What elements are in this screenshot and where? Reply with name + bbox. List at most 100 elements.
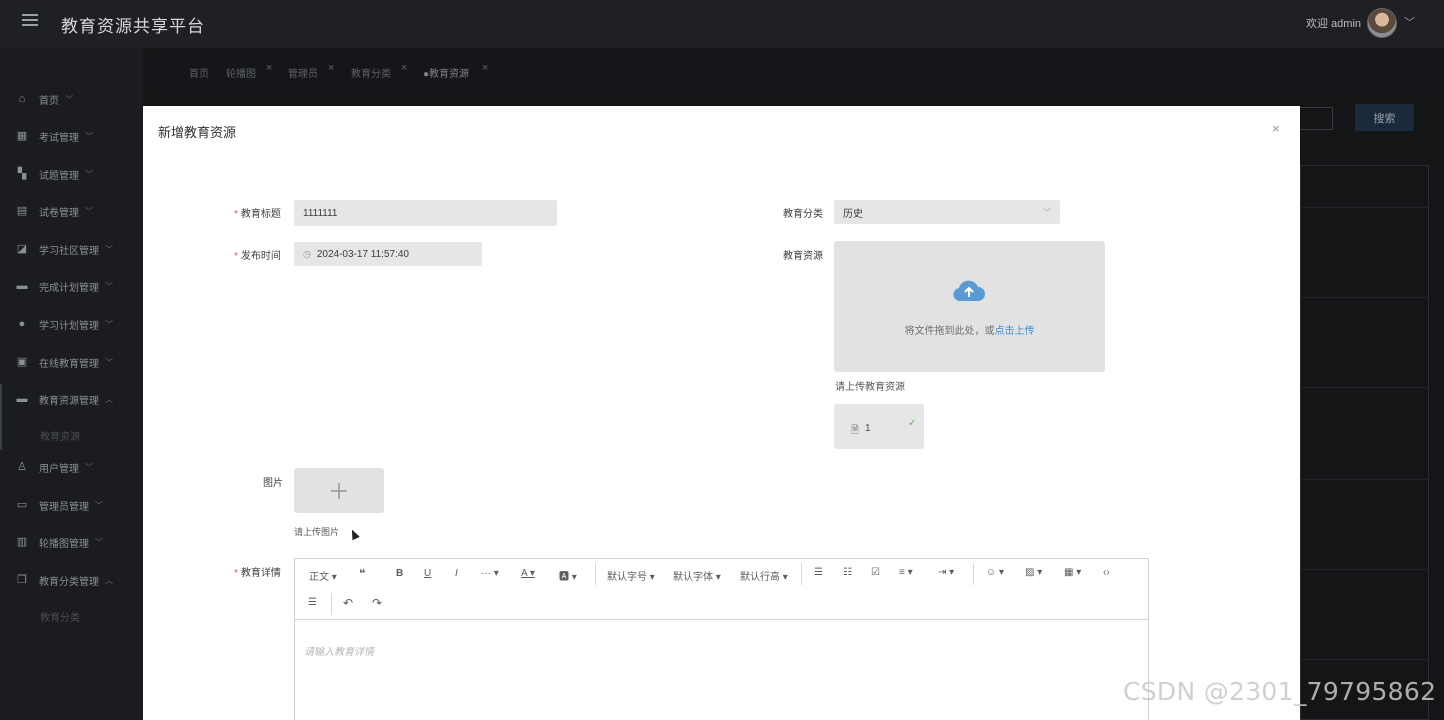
sidebar-item-community[interactable]: ◪ 学习社区管理 ﹀ <box>0 231 143 267</box>
toolbar-divider <box>973 563 974 585</box>
emoji-icon[interactable]: ☺ ▾ <box>986 567 1004 578</box>
divider-line-icon[interactable]: ☰ <box>308 597 317 608</box>
sidebar-item-label: 用户管理 <box>39 463 79 475</box>
close-icon[interactable]: × <box>1272 121 1280 136</box>
sidebar-subitem-edu-category[interactable]: 教育分类 <box>40 609 80 624</box>
sidebar-item-edu-resource[interactable]: ▬ 教育资源管理 ︿ <box>0 381 143 417</box>
sidebar-item-edu-category[interactable]: ❐ 教育分类管理 ︿ <box>0 562 143 598</box>
sidebar-item-home[interactable]: ⌂ 首页 ﹀ <box>0 81 143 117</box>
check-circle-icon: ● <box>18 318 26 330</box>
plus-icon <box>331 483 347 499</box>
font-size-select[interactable]: 默认字号 ▾ <box>607 568 655 583</box>
chevron-down-icon: ﹀ <box>105 281 113 291</box>
editor-content[interactable]: 请输入教育详情 <box>304 643 374 658</box>
sidebar-item-label: 学习社区管理 <box>39 245 99 257</box>
time-label: * 发布时间 <box>234 251 281 262</box>
image-icon[interactable]: ▨ ▾ <box>1025 567 1042 578</box>
dashboard-icon: ▚ <box>17 168 27 180</box>
chevron-up-icon: ︿ <box>105 575 113 585</box>
undo-icon[interactable]: ↶ <box>343 596 353 610</box>
sidebar-item-label: 管理员管理 <box>39 501 89 513</box>
sidebar-item-label: 教育分类管理 <box>39 576 99 588</box>
rich-text-editor: 正文 ▾ ❝ B U I ··· ▾ A ▾ 🅰 ▾ 默认字号 ▾ 默认字体 ▾… <box>294 558 1149 720</box>
add-resource-dialog: 新增教育资源 × * 教育标题 1111111 * 发布时间 ◷ 2024-03-1… <box>143 106 1300 720</box>
upload-tip: 请上传教育资源 <box>835 382 905 393</box>
chevron-up-icon: ︿ <box>105 394 113 404</box>
chevron-down-icon: ﹀ <box>1043 208 1051 217</box>
resource-upload-dropzone[interactable]: 将文件拖到此处，或点击上传 <box>834 241 1105 372</box>
sidebar-item-questions[interactable]: ▚ 试题管理 ﹀ <box>0 156 143 192</box>
paragraph-select[interactable]: 正文 ▾ <box>309 568 337 583</box>
sidebar-item-exam[interactable]: ▦ 考试管理 ﹀ <box>0 118 143 154</box>
wallet-icon: ▬ <box>16 393 28 405</box>
bullet-list-icon[interactable]: ☰ <box>814 567 823 578</box>
sidebar-item-label: 首页 <box>39 95 59 107</box>
chevron-down-icon: ﹀ <box>85 206 93 216</box>
font-color-icon[interactable]: A ▾ <box>521 568 535 579</box>
code-icon[interactable]: ‹› <box>1103 567 1110 578</box>
sidebar-item-label: 试题管理 <box>39 170 79 182</box>
briefcase-icon: ▥ <box>16 536 28 548</box>
line-height-select[interactable]: 默认行高 ▾ <box>740 568 788 583</box>
category-select[interactable]: 历史 ﹀ <box>834 200 1060 224</box>
toolbar-divider <box>801 563 802 585</box>
font-family-select[interactable]: 默认字体 ▾ <box>673 568 721 583</box>
card-icon: ▭ <box>16 499 28 511</box>
avatar[interactable] <box>1367 8 1397 38</box>
sidebar-item-label: 教育资源管理 <box>39 395 99 407</box>
chevron-down-icon: ﹀ <box>85 131 93 141</box>
app-title: 教育资源共享平台 <box>61 17 205 36</box>
chevron-down-icon: ﹀ <box>95 500 103 510</box>
chevron-down-icon[interactable]: ﹀ <box>1404 14 1415 30</box>
bold-icon[interactable]: B <box>396 568 403 579</box>
quote-icon[interactable]: ❝ <box>359 567 365 580</box>
click-upload-link[interactable]: 点击上传 <box>995 326 1035 337</box>
table-icon[interactable]: ▦ ▾ <box>1064 567 1081 578</box>
home-icon: ⌂ <box>18 93 26 105</box>
chevron-down-icon: ﹀ <box>95 537 103 547</box>
chevron-down-icon: ﹀ <box>65 94 73 104</box>
sidebar-item-users[interactable]: ♙ 用户管理 ﹀ <box>0 449 143 485</box>
picture-upload-button[interactable] <box>294 468 384 513</box>
book-icon: ▬ <box>16 280 28 292</box>
upload-hint: 将文件拖到此处，或点击上传 <box>904 326 1035 337</box>
title-input[interactable]: 1111111 <box>294 200 557 226</box>
chevron-down-icon: ﹀ <box>105 319 113 329</box>
chevron-down-icon: ﹀ <box>105 244 113 254</box>
file-name: 1 <box>865 423 871 434</box>
picture-label: 图片 <box>263 478 283 489</box>
sidebar-item-carousel[interactable]: ▥ 轮播图管理 ﹀ <box>0 524 143 560</box>
sidebar-item-label: 在线教育管理 <box>39 358 99 370</box>
sidebar-item-label: 考试管理 <box>39 132 79 144</box>
welcome-text: 欢迎 admin <box>1306 18 1362 30</box>
uploaded-file-card[interactable]: 🗎 1 ✓ <box>834 404 924 449</box>
chart-icon: ◪ <box>16 243 28 255</box>
align-icon[interactable]: ≡ ▾ <box>899 567 913 578</box>
underline-icon[interactable]: U <box>424 568 431 579</box>
todo-icon[interactable]: ☑ <box>871 567 880 578</box>
sidebar-item-papers[interactable]: ▤ 试卷管理 ﹀ <box>0 193 143 229</box>
indent-icon[interactable]: ⇥ ▾ <box>938 567 954 578</box>
file-icon: 🗎 <box>851 425 860 436</box>
resource-label: 教育资源 <box>783 251 823 262</box>
more-style-button[interactable]: ··· ▾ <box>481 568 499 579</box>
redo-icon[interactable]: ↷ <box>372 596 382 610</box>
hamburger-menu-icon[interactable] <box>22 14 38 28</box>
toolbar-divider <box>331 593 332 615</box>
user-icon: ♙ <box>17 461 27 473</box>
background-color-icon[interactable]: 🅰 ▾ <box>559 568 577 583</box>
sidebar-item-completed-plan[interactable]: ▬ 完成计划管理 ﹀ <box>0 268 143 304</box>
sidebar-item-study-plan[interactable]: ● 学习计划管理 ﹀ <box>0 306 143 342</box>
numbered-list-icon[interactable]: ☷ <box>843 567 852 578</box>
datetime-picker[interactable]: ◷ 2024-03-17 11:57:40 <box>294 242 482 266</box>
sidebar-item-label: 轮播图管理 <box>39 538 89 550</box>
document-icon: ▤ <box>16 205 28 217</box>
italic-icon[interactable]: I <box>455 568 458 579</box>
sidebar-item-label: 完成计划管理 <box>39 282 99 294</box>
sidebar-subitem-edu-resource[interactable]: 教育资源 <box>40 428 80 443</box>
sidebar-item-admins[interactable]: ▭ 管理员管理 ﹀ <box>0 487 143 523</box>
top-bar: 教育资源共享平台 欢迎 admin ﹀ <box>0 0 1444 48</box>
sidebar-item-online-edu[interactable]: ▣ 在线教育管理 ﹀ <box>0 344 143 380</box>
clock-icon: ◷ <box>303 248 311 259</box>
editor-toolbar-row2: ☰ ↶ ↷ <box>295 589 1148 620</box>
